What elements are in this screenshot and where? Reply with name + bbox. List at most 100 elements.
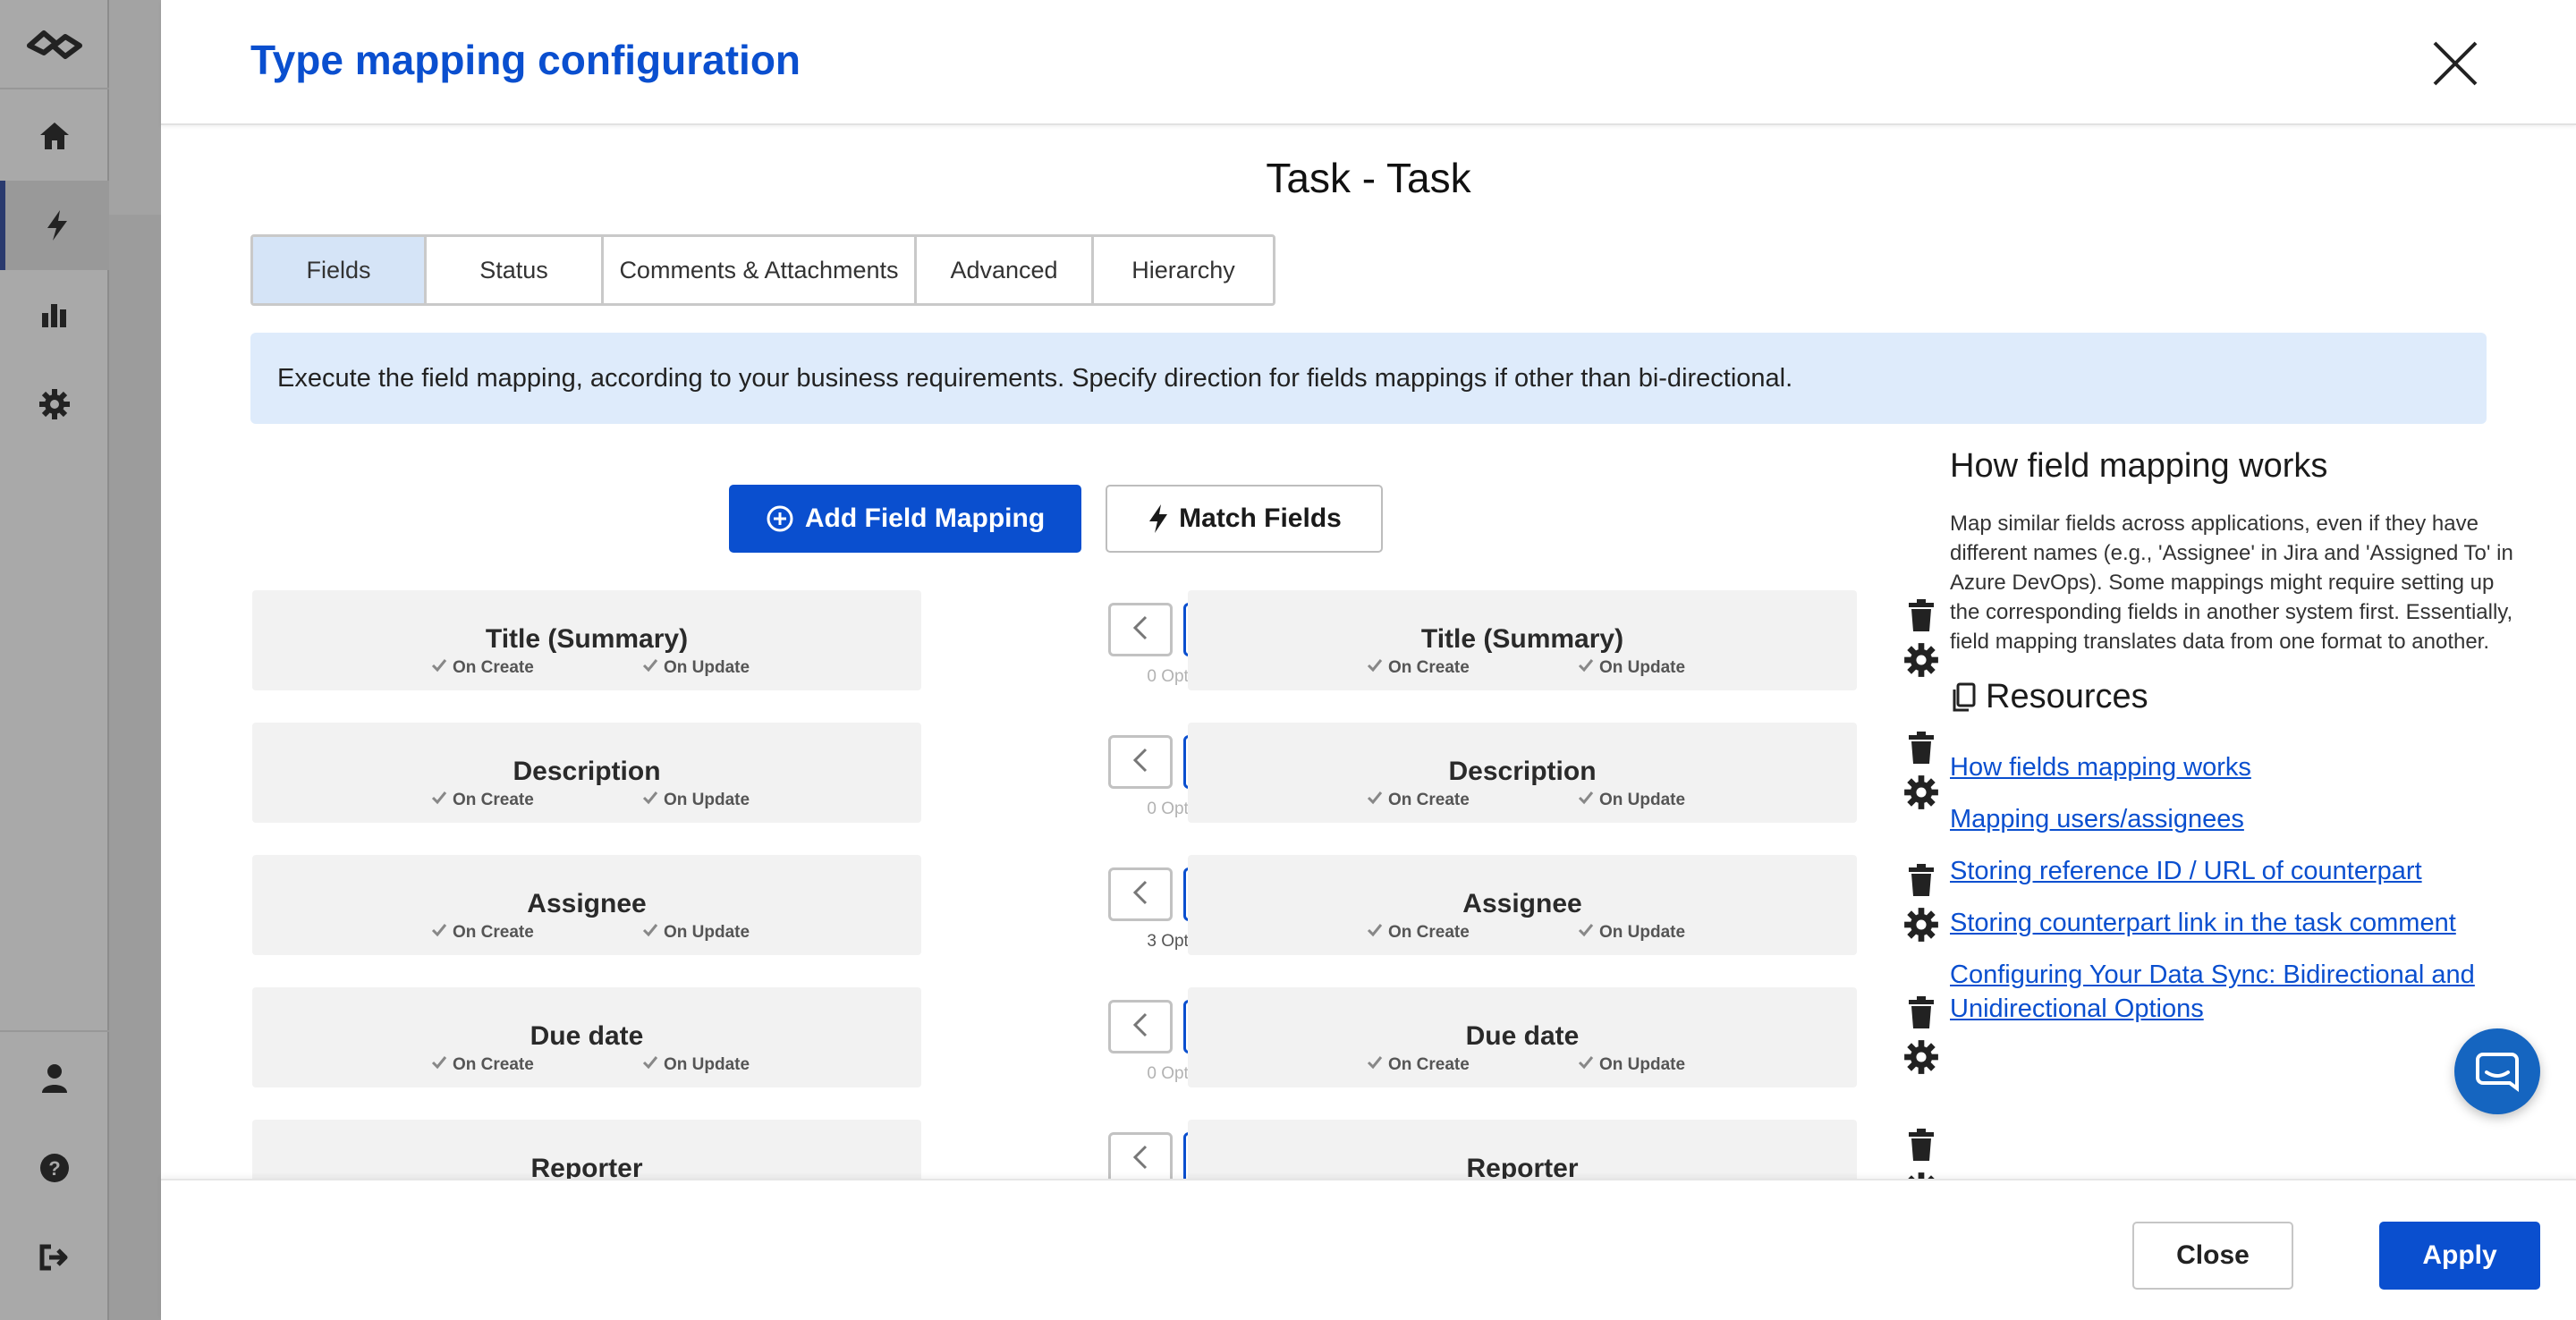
source-field[interactable]: Title (Summary) On Create On Update: [252, 590, 921, 690]
resource-link[interactable]: Storing reference ID / URL of counterpar…: [1950, 854, 2522, 888]
gear-icon[interactable]: [0, 360, 109, 449]
match-fields-button[interactable]: Match Fields: [1106, 485, 1383, 553]
field-name: Title (Summary): [1420, 624, 1624, 654]
close-icon[interactable]: [2424, 32, 2487, 95]
source-field[interactable]: Assignee On Create On Update: [252, 855, 921, 955]
gear-icon[interactable]: [1903, 774, 1939, 810]
on-update-flag: On Update: [642, 923, 750, 943]
chevron-left-icon: [1130, 747, 1151, 778]
check-icon: [1578, 1055, 1594, 1075]
modal-header: Type mapping configuration: [161, 0, 2576, 125]
home-icon[interactable]: [0, 91, 109, 181]
check-icon: [431, 1055, 447, 1075]
chat-support-icon[interactable]: [2454, 1028, 2540, 1114]
on-create-label: On Create: [1388, 791, 1470, 809]
on-update-label: On Update: [664, 1055, 750, 1074]
resources-heading: Resources: [1950, 678, 2522, 716]
modal-title: Type mapping configuration: [250, 37, 801, 83]
field-name: Assignee: [1462, 889, 1582, 918]
logout-icon[interactable]: [0, 1213, 109, 1302]
resource-link[interactable]: Storing counterpart link in the task com…: [1950, 906, 2522, 940]
resources-label: Resources: [1986, 678, 2148, 715]
source-field[interactable]: Due date On Create On Update: [252, 987, 921, 1087]
add-field-mapping-button[interactable]: Add Field Mapping: [729, 485, 1081, 553]
on-create-flag: On Create: [431, 1055, 534, 1075]
chevron-left-icon: [1130, 1011, 1151, 1043]
tab-comments-attachments[interactable]: Comments & Attachments: [604, 237, 917, 303]
check-icon: [642, 791, 658, 810]
help-heading: How field mapping works: [1950, 447, 2328, 485]
on-update-label: On Update: [1599, 658, 1686, 677]
logo-icon[interactable]: [0, 0, 109, 89]
bar-chart-icon[interactable]: [0, 270, 109, 360]
on-update-flag: On Update: [642, 658, 750, 678]
on-create-flag: On Create: [431, 658, 534, 678]
trash-icon[interactable]: [1903, 1127, 1939, 1163]
trash-icon[interactable]: [1903, 862, 1939, 898]
help-body: Map similar fields across applications, …: [1950, 512, 2513, 654]
resource-link[interactable]: Mapping users/assignees: [1950, 802, 2522, 836]
on-create-flag: On Create: [1367, 1055, 1470, 1075]
check-icon: [1578, 923, 1594, 943]
on-update-label: On Update: [664, 923, 750, 942]
check-icon: [1367, 791, 1383, 810]
target-field[interactable]: Due date On Create On Update: [1188, 987, 1857, 1087]
direction-left-button[interactable]: [1108, 867, 1173, 921]
on-create-flag: On Create: [1367, 923, 1470, 943]
close-button[interactable]: Close: [2132, 1222, 2293, 1290]
info-banner: Execute the field mapping, according to …: [250, 333, 2487, 424]
direction-left-button[interactable]: [1108, 1000, 1173, 1053]
field-name: Due date: [1465, 1021, 1580, 1051]
resource-link[interactable]: How fields mapping works: [1950, 750, 2522, 784]
field-name: Assignee: [527, 889, 647, 918]
gear-icon[interactable]: [1903, 1172, 1939, 1179]
field-mapping-row: DescriptionOn CreateOn Update0 Options M…: [250, 723, 2021, 823]
on-create-flag: On Create: [431, 923, 534, 943]
gear-icon[interactable]: [1903, 1039, 1939, 1075]
app-sidebar: ?: [0, 0, 109, 1320]
apply-button[interactable]: Apply: [2379, 1222, 2540, 1290]
check-icon: [1578, 658, 1594, 678]
copy-icon: [1953, 682, 1976, 711]
check-icon: [1578, 791, 1594, 810]
tab-advanced[interactable]: Advanced: [917, 237, 1094, 303]
on-update-label: On Update: [1599, 791, 1686, 809]
resource-link[interactable]: Configuring Your Data Sync: Bidirectiona…: [1950, 958, 2522, 1026]
on-create-flag: On Create: [1367, 791, 1470, 810]
on-update-flag: On Update: [642, 1055, 750, 1075]
field-mapping-row: ReporterOn CreateOn Update ReporterOn Cre…: [250, 1120, 2021, 1179]
check-icon: [431, 658, 447, 678]
trash-icon[interactable]: [1903, 597, 1939, 633]
on-create-label: On Create: [453, 658, 534, 677]
chevron-left-icon: [1130, 1144, 1151, 1175]
help-icon[interactable]: ?: [0, 1123, 109, 1213]
direction-left-button[interactable]: [1108, 735, 1173, 789]
field-name: Due date: [530, 1021, 644, 1051]
target-field[interactable]: ReporterOn CreateOn Update: [1188, 1120, 1857, 1179]
lightning-icon[interactable]: [0, 181, 109, 270]
trash-icon[interactable]: [1903, 730, 1939, 766]
match-fields-label: Match Fields: [1179, 503, 1342, 533]
on-create-label: On Create: [453, 791, 534, 809]
target-field[interactable]: Title (Summary) On Create On Update: [1188, 590, 1857, 690]
target-field[interactable]: Description On Create On Update: [1188, 723, 1857, 823]
direction-left-button[interactable]: [1108, 1132, 1173, 1179]
user-icon[interactable]: [0, 1034, 109, 1123]
source-field[interactable]: Description On Create On Update: [252, 723, 921, 823]
chevron-left-icon: [1130, 879, 1151, 910]
svg-text:?: ?: [48, 1157, 60, 1180]
gear-icon[interactable]: [1903, 907, 1939, 943]
tab-hierarchy[interactable]: Hierarchy: [1094, 237, 1273, 303]
add-field-mapping-label: Add Field Mapping: [804, 503, 1046, 533]
field-name: Description: [513, 757, 661, 786]
field-mapping-row: Title (Summary)On CreateOn Update0 Optio…: [250, 590, 2021, 690]
direction-left-button[interactable]: [1108, 603, 1173, 656]
target-field[interactable]: Assignee On Create On Update: [1188, 855, 1857, 955]
on-create-label: On Create: [1388, 1055, 1470, 1074]
source-field[interactable]: ReporterOn CreateOn Update: [252, 1120, 921, 1179]
tab-fields[interactable]: Fields: [253, 237, 427, 303]
trash-icon[interactable]: [1903, 994, 1939, 1030]
tab-status[interactable]: Status: [427, 237, 604, 303]
gear-icon[interactable]: [1903, 642, 1939, 678]
check-icon: [642, 1055, 658, 1075]
